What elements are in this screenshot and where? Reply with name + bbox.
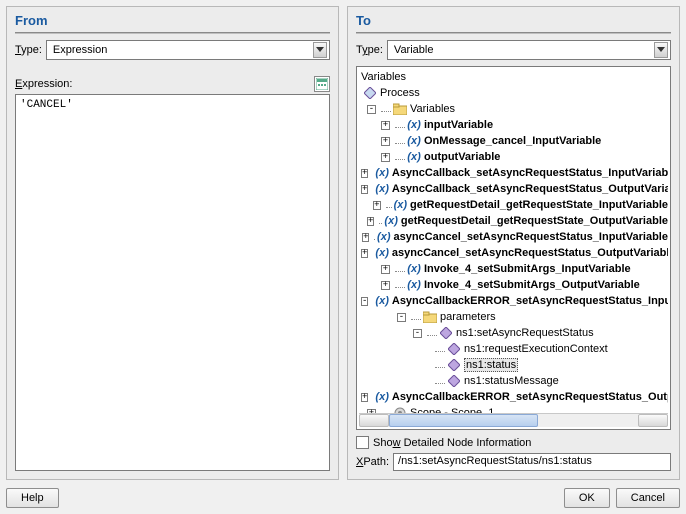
expand-toggle[interactable]: + — [361, 169, 368, 178]
xpath-value: /ns1:setAsyncRequestStatus/ns1:status — [398, 455, 592, 467]
tree-node-variable[interactable]: +xgetRequestDetail_getRequestState_Outpu… — [359, 213, 668, 229]
tree-node-variable-expanded[interactable]: -xAsyncCallbackERROR_setAsyncRequestStat… — [359, 293, 668, 309]
expand-toggle[interactable]: + — [361, 393, 368, 402]
from-type-label: Type: — [15, 44, 42, 56]
scope-icon — [393, 406, 407, 413]
folder-icon — [423, 310, 437, 324]
element-icon — [363, 86, 377, 100]
expression-text: 'CANCEL' — [20, 99, 73, 111]
dropdown-arrow-icon — [313, 42, 327, 58]
variable-icon: x — [394, 198, 407, 212]
tree-node-variable[interactable]: +xAsyncCallbackERROR_setAsyncRequestStat… — [359, 389, 668, 405]
divider — [356, 32, 671, 34]
tree-node-process[interactable]: Process — [359, 85, 668, 101]
show-detailed-label: Show Detailed Node Information — [373, 437, 531, 449]
tree-node-operation[interactable]: -ns1:setAsyncRequestStatus — [359, 325, 668, 341]
tree-node-variable[interactable]: +xOnMessage_cancel_InputVariable — [359, 133, 668, 149]
expand-toggle[interactable]: + — [381, 137, 390, 146]
from-panel: From Type: Expression Expression: 'CANCE… — [6, 6, 339, 480]
expand-toggle[interactable]: + — [362, 233, 369, 242]
variable-icon: x — [384, 214, 397, 228]
tree-node-variable[interactable]: +xgetRequestDetail_getRequestState_Input… — [359, 197, 668, 213]
expand-toggle[interactable]: + — [361, 185, 368, 194]
ok-button[interactable]: OK — [564, 488, 610, 508]
scroll-left-icon[interactable] — [359, 414, 389, 427]
divider — [15, 32, 330, 34]
expand-toggle[interactable]: + — [381, 121, 390, 130]
variable-icon: x — [407, 118, 421, 132]
variable-icon: x — [375, 182, 388, 196]
tree-node-element[interactable]: ns1:status — [359, 357, 668, 373]
to-type-select[interactable]: Variable — [387, 40, 671, 60]
dropdown-arrow-icon — [654, 42, 668, 58]
tree-node-variables[interactable]: -Variables — [359, 101, 668, 117]
variable-icon: x — [407, 278, 421, 292]
variables-tree[interactable]: VariablesProcess-Variables+xinputVariabl… — [356, 66, 671, 430]
tree-node-scope[interactable]: +Scope - Scope_1 — [359, 405, 668, 413]
expression-input[interactable]: 'CANCEL' — [15, 94, 330, 471]
element-icon — [447, 358, 461, 372]
from-type-select[interactable]: Expression — [46, 40, 330, 60]
from-type-value: Expression — [53, 44, 107, 56]
expand-toggle[interactable]: - — [361, 297, 368, 306]
variable-icon: x — [375, 390, 388, 404]
element-icon — [447, 342, 461, 356]
variable-icon: x — [377, 230, 390, 244]
tree-node-parameters[interactable]: -parameters — [359, 309, 668, 325]
expand-toggle[interactable]: + — [361, 249, 368, 258]
tree-node-element[interactable]: ns1:statusMessage — [359, 373, 668, 389]
variable-icon: x — [375, 246, 388, 260]
horizontal-scrollbar[interactable] — [359, 413, 668, 427]
xpath-input[interactable]: /ns1:setAsyncRequestStatus/ns1:status — [393, 453, 671, 471]
to-panel: To Type: Variable VariablesProcess-Varia… — [347, 6, 680, 480]
expand-toggle[interactable]: + — [373, 201, 380, 210]
tree-node-variable[interactable]: +xasyncCancel_setAsyncRequestStatus_Outp… — [359, 245, 668, 261]
expand-toggle[interactable]: + — [381, 153, 390, 162]
expand-toggle[interactable]: + — [367, 217, 374, 226]
folder-icon — [393, 102, 407, 116]
expand-toggle[interactable]: + — [381, 281, 390, 290]
tree-root: Variables — [359, 69, 668, 85]
expression-label: Expression: — [15, 78, 72, 90]
scroll-thumb[interactable] — [389, 414, 538, 427]
dialog-footer: Help OK Cancel — [6, 480, 680, 508]
xpath-label: XPath: — [356, 456, 389, 468]
to-type-label: Type: — [356, 44, 383, 56]
expand-toggle[interactable]: - — [397, 313, 406, 322]
variable-icon: x — [375, 166, 388, 180]
variable-icon: x — [407, 262, 421, 276]
element-icon — [447, 374, 461, 388]
to-type-value: Variable — [394, 44, 434, 56]
expand-toggle[interactable]: - — [367, 105, 376, 114]
expression-builder-button[interactable] — [314, 76, 330, 92]
variable-icon: x — [375, 294, 388, 308]
tree-node-variable[interactable]: +xoutputVariable — [359, 149, 668, 165]
tree-node-variable[interactable]: +xInvoke_4_setSubmitArgs_OutputVariable — [359, 277, 668, 293]
show-detailed-checkbox[interactable] — [356, 436, 369, 449]
scroll-right-icon[interactable] — [638, 414, 668, 427]
variable-icon: x — [407, 134, 421, 148]
expand-toggle[interactable]: - — [413, 329, 422, 338]
tree-node-element[interactable]: ns1:requestExecutionContext — [359, 341, 668, 357]
tree-node-variable[interactable]: +xinputVariable — [359, 117, 668, 133]
help-button[interactable]: Help — [6, 488, 59, 508]
variable-icon: x — [407, 150, 421, 164]
tree-node-variable[interactable]: +xInvoke_4_setSubmitArgs_InputVariable — [359, 261, 668, 277]
from-title: From — [15, 11, 330, 32]
cancel-button[interactable]: Cancel — [616, 488, 680, 508]
expand-toggle[interactable]: + — [381, 265, 390, 274]
tree-node-variable[interactable]: +xAsyncCallback_setAsyncRequestStatus_In… — [359, 165, 668, 181]
tree-node-variable[interactable]: +xAsyncCallback_setAsyncRequestStatus_Ou… — [359, 181, 668, 197]
to-title: To — [356, 11, 671, 32]
tree-node-variable[interactable]: +xasyncCancel_setAsyncRequestStatus_Inpu… — [359, 229, 668, 245]
element-icon — [439, 326, 453, 340]
